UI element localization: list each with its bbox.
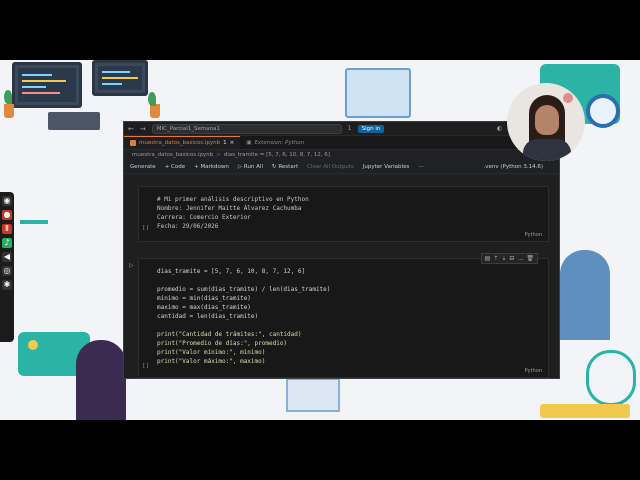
- plant-leaf-2: [4, 90, 12, 104]
- back-icon[interactable]: ←: [128, 125, 134, 133]
- fingerprint-illustration: [586, 350, 636, 406]
- md-line: Fecha: 29/06/2026: [157, 223, 219, 230]
- code-line: print("Promedio de días:", promedio): [157, 340, 288, 347]
- signin-button[interactable]: Sign in: [357, 124, 385, 133]
- format-icon[interactable]: ▤: [485, 255, 491, 262]
- pause-icon[interactable]: Ⅱ: [2, 224, 12, 234]
- speaker-icon[interactable]: ◀: [2, 252, 12, 262]
- code-line: print("Valor mínimo:", minimo): [157, 349, 266, 356]
- run-cell-icon[interactable]: ▷: [129, 262, 134, 269]
- more-button[interactable]: ···: [418, 164, 423, 170]
- tab-badge: 1: [223, 140, 227, 146]
- monitor-illustration: [12, 62, 82, 108]
- generate-button[interactable]: Generate: [130, 164, 156, 170]
- run-above-icon[interactable]: ⇡: [493, 255, 498, 262]
- run-below-icon[interactable]: ⇣: [501, 255, 506, 262]
- tab-label: muestra_datos_basicos.ipynb: [139, 140, 221, 146]
- command-center[interactable]: MIC_Parcial1_Semana1: [151, 123, 342, 134]
- recorder-toolbar: ◉ ● Ⅱ ♪ ◀ ◎ ✱: [0, 192, 14, 342]
- markdown-cell[interactable]: # Mi primer análisis descriptivo en Pyth…: [138, 186, 549, 242]
- presenter-shirt: [523, 139, 571, 161]
- forward-icon[interactable]: →: [140, 125, 146, 133]
- breadcrumb-file[interactable]: muestra_datos_basicos.ipynb: [132, 152, 213, 158]
- clear-outputs-button[interactable]: Clear All Outputs: [307, 164, 354, 170]
- title-bar: ← → MIC_Parcial1_Semana1 1 Sign in ◐ ▢ ▭…: [124, 122, 559, 136]
- magnifier-illustration: [586, 94, 620, 128]
- monitor-illustration-2: [92, 60, 148, 96]
- code-cell[interactable]: ▷ ▤ ⇡ ⇣ ⊟ … 🗑 dias_tramite = [5, 7, 6, 1…: [129, 253, 549, 378]
- tab-extension-python[interactable]: ▣ Extension: Python: [240, 136, 310, 149]
- tab-notebook[interactable]: muestra_datos_basicos.ipynb 1 ×: [124, 136, 241, 149]
- split-icon[interactable]: ⊟: [509, 255, 514, 262]
- add-code-button[interactable]: + Code: [165, 164, 185, 170]
- cell-language[interactable]: Python: [525, 368, 542, 374]
- md-line: Nombre: Jennifer Maitte Álvarez Cachumba: [157, 205, 302, 212]
- record-icon[interactable]: ●: [2, 210, 12, 220]
- vscode-window: ← → MIC_Parcial1_Semana1 1 Sign in ◐ ▢ ▭…: [123, 121, 560, 379]
- presenter-face: [535, 105, 559, 135]
- code-line: dias_tramite = [5, 7, 6, 10, 8, 7, 12, 6…: [157, 268, 306, 275]
- browser-illustration: [345, 68, 411, 118]
- add-markdown-button[interactable]: + Markdown: [194, 164, 229, 170]
- flower-decor: [563, 93, 573, 103]
- settings-icon[interactable]: ✱: [2, 280, 12, 290]
- document-illustration: [286, 378, 340, 412]
- camera-icon[interactable]: ◎: [2, 266, 12, 276]
- copilot-icon[interactable]: ◐: [497, 125, 502, 132]
- code-line: promedio = sum(dias_tramite) / len(dias_…: [157, 286, 331, 293]
- code-line: minimo = min(dias_tramite): [157, 295, 251, 302]
- restart-button[interactable]: ↻ Restart: [272, 164, 298, 170]
- network-illustration: [20, 220, 48, 224]
- notebook-body: # Mi primer análisis descriptivo en Pyth…: [124, 176, 559, 378]
- code-line: print("Cantidad de trámites:", cantidad): [157, 331, 302, 338]
- editor-tabs: muestra_datos_basicos.ipynb 1 × ▣ Extens…: [124, 136, 559, 150]
- run-all-button[interactable]: ▷ Run All: [238, 164, 263, 170]
- notification-count[interactable]: 1: [348, 125, 352, 132]
- notebook-toolbar: Generate + Code + Markdown ▷ Run All ↻ R…: [124, 160, 559, 174]
- webcam-overlay: [507, 83, 585, 161]
- notebook-icon: [130, 140, 136, 146]
- person-illustration: [76, 340, 126, 420]
- code-line: maximo = max(dias_tramite): [157, 304, 251, 311]
- cell-exec-count: [ ]: [143, 225, 149, 231]
- kernel-picker[interactable]: .venv (Python 3.14.6): [484, 164, 559, 170]
- md-line: Carrera: Comercio Exterior: [157, 214, 251, 221]
- tab-close-icon[interactable]: ×: [230, 140, 235, 146]
- extension-icon: ▣: [246, 139, 252, 146]
- variables-button[interactable]: Jupyter Variables: [363, 164, 410, 170]
- code-line: cantidad = len(dias_tramite): [157, 313, 259, 320]
- plant-leaf: [148, 92, 156, 106]
- keyboard-illustration: [48, 112, 100, 130]
- password-field-illustration: [540, 404, 630, 418]
- cell-toolbar: ▤ ⇡ ⇣ ⊟ … 🗑: [480, 253, 538, 264]
- breadcrumb-symbol[interactable]: dias_tramite = [5, 7, 6, 10, 8, 7, 12, 6…: [224, 152, 330, 158]
- person-illustration-2: [560, 250, 610, 340]
- cell-exec-count: [ ]: [143, 363, 149, 369]
- code-line: print("Valor máximo:", maximo): [157, 358, 266, 365]
- md-line: # Mi primer análisis descriptivo en Pyth…: [157, 196, 309, 203]
- key-illustration: [28, 340, 38, 350]
- screenshot-icon[interactable]: ◉: [2, 196, 12, 206]
- cell-language[interactable]: Python: [525, 232, 542, 238]
- breadcrumb: muestra_datos_basicos.ipynb > dias_trami…: [124, 150, 559, 160]
- mic-icon[interactable]: ♪: [2, 238, 12, 248]
- plant-pot-2: [4, 104, 14, 118]
- breadcrumb-separator: >: [216, 152, 221, 158]
- delete-icon[interactable]: 🗑: [526, 255, 534, 262]
- plant-pot: [150, 104, 160, 118]
- more-icon[interactable]: …: [517, 255, 523, 262]
- tab-label: Extension: Python: [254, 139, 305, 146]
